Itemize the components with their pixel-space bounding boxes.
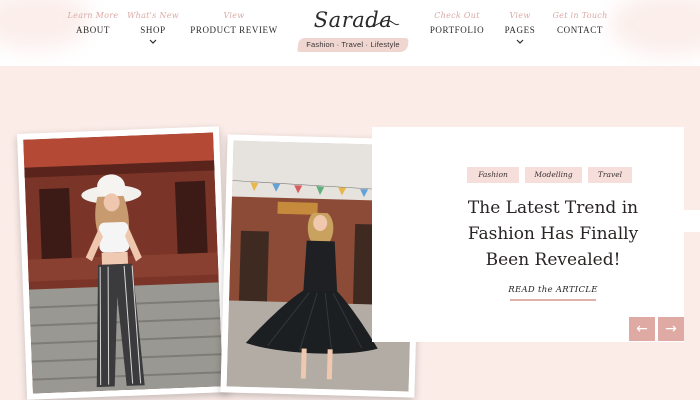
tag-fashion[interactable]: Fashion	[467, 167, 519, 183]
logo-swash-icon	[365, 20, 400, 28]
nav-item-about[interactable]: Learn More ABOUT	[62, 10, 124, 36]
nav-item-label: SHOP	[140, 25, 166, 35]
featured-article-panel: Fashion Modelling Travel The Latest Tren…	[372, 127, 684, 342]
article-headline[interactable]: The Latest Trend in Fashion Has Finally …	[442, 195, 664, 273]
nav-item-label: ABOUT	[76, 25, 110, 35]
cta-underline	[510, 299, 596, 301]
panel-edge-strip	[677, 210, 700, 232]
nav-item-label: PAGES	[504, 25, 536, 35]
headline-line: Been Revealed!	[485, 250, 621, 270]
nav-item-sub: Get in Touch	[552, 11, 608, 20]
nav-item-sub: What's New	[127, 11, 179, 20]
hero-photo-woman-with-hat	[16, 126, 230, 400]
site-logo[interactable]: Sarada Fashion · Travel · Lifestyle	[296, 8, 410, 52]
nav-item-sub: Check Out	[434, 11, 480, 20]
nav-item-contact[interactable]: Get in Touch CONTACT	[548, 10, 612, 36]
nav-item-portfolio[interactable]: Check Out PORTFOLIO	[424, 10, 490, 36]
category-tags: Fashion Modelling Travel	[467, 167, 647, 183]
slider-prev-button[interactable]: ←	[629, 317, 655, 341]
nav-item-sub: View	[223, 11, 245, 20]
tag-modelling[interactable]: Modelling	[525, 167, 582, 183]
slider-next-button[interactable]: →	[658, 317, 684, 341]
photo-woman-with-hat-image	[23, 132, 223, 394]
headline-line: The Latest Trend in	[467, 198, 639, 218]
arrow-left-icon: ←	[636, 321, 648, 337]
chevron-down-icon	[516, 39, 524, 44]
nav-item-label: PRODUCT REVIEW	[190, 25, 278, 35]
arrow-right-icon: →	[665, 321, 677, 337]
watercolor-wash	[610, 0, 700, 56]
nav-item-shop[interactable]: What's New SHOP	[122, 10, 184, 44]
headline-line: Fashion Has Finally	[467, 224, 639, 244]
chevron-down-icon	[149, 39, 157, 44]
site-header: Learn More ABOUT What's New SHOP View PR…	[0, 0, 700, 66]
nav-item-product-review[interactable]: View PRODUCT REVIEW	[188, 10, 280, 36]
nav-item-pages[interactable]: View PAGES	[496, 10, 544, 44]
nav-item-label: CONTACT	[557, 25, 603, 35]
nav-item-sub: View	[509, 11, 531, 20]
nav-item-label: PORTFOLIO	[429, 25, 485, 35]
read-article-link[interactable]: READ the ARTICLE	[504, 285, 602, 295]
tag-travel[interactable]: Travel	[588, 167, 632, 183]
nav-item-sub: Learn More	[67, 11, 119, 20]
logo-tagline: Fashion · Travel · Lifestyle	[306, 40, 400, 49]
